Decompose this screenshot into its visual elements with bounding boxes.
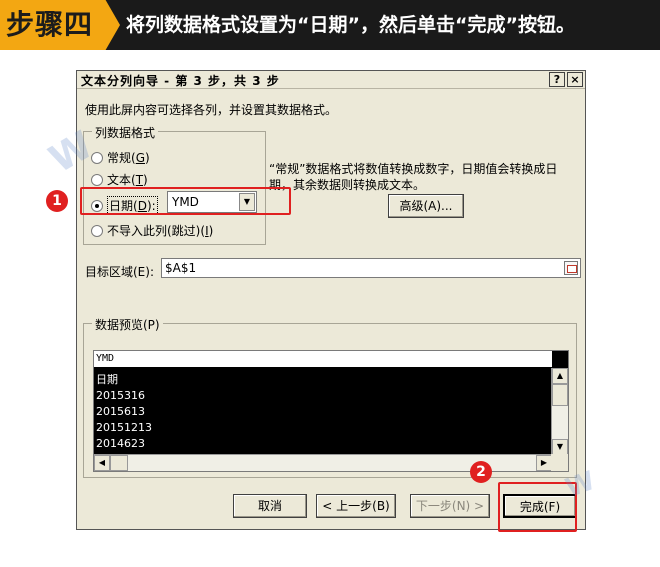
step-label: 步骤四 <box>0 0 120 50</box>
dialog-title: 文本分列向导 - 第 3 步，共 3 步 <box>81 74 280 88</box>
scroll-down-icon[interactable]: ▼ <box>552 439 568 455</box>
close-button[interactable]: × <box>567 72 583 87</box>
vertical-scroll-thumb[interactable] <box>552 384 568 406</box>
radio-text-label: 文本(T) <box>107 173 148 187</box>
radio-skip-circle[interactable] <box>91 224 103 237</box>
radio-text[interactable]: 文本(T) <box>91 171 148 188</box>
highlight-finish-button <box>498 482 577 532</box>
scroll-left-icon[interactable]: ◀ <box>94 455 110 471</box>
preview-vertical-scrollbar[interactable]: ▲ ▼ <box>551 368 568 455</box>
next-button[interactable]: 下一步(N) > <box>410 494 490 518</box>
horizontal-scroll-thumb[interactable] <box>110 455 128 471</box>
instruction-banner: 步骤四 将列数据格式设置为“日期”，然后单击“完成”按钮。 <box>0 0 660 50</box>
preview-row: 2015316 <box>96 389 145 402</box>
advanced-button[interactable]: 高级(A)... <box>388 194 464 218</box>
preview-row: 2014623 <box>96 437 145 450</box>
radio-skip[interactable]: 不导入此列(跳过)(I) <box>91 222 213 239</box>
scroll-corner <box>551 454 568 471</box>
instruction-text: 将列数据格式设置为“日期”，然后单击“完成”按钮。 <box>126 14 575 36</box>
target-area-label: 目标区域(E): <box>85 265 154 279</box>
cancel-button[interactable]: 取消 <box>233 494 307 518</box>
target-area-input[interactable]: $A$1 <box>161 258 581 278</box>
radio-general[interactable]: 常规(G) <box>91 149 150 166</box>
dialog-description: 使用此屏内容可选择各列，并设置其数据格式。 <box>85 103 338 117</box>
preview-row: 20151213 <box>96 421 152 434</box>
preview-row: 日期 <box>96 373 118 386</box>
step-badge-1: 1 <box>46 190 68 212</box>
step-badge-2: 2 <box>470 461 492 483</box>
help-button[interactable]: ? <box>549 72 565 87</box>
column-format-legend: 列数据格式 <box>92 124 159 141</box>
data-preview-legend: 数据预览(P) <box>92 316 163 333</box>
format-note-line2: 期，其余数据则转换成文本。 <box>269 178 426 192</box>
back-button[interactable]: < 上一步(B) <box>316 494 396 518</box>
target-area-value: $A$1 <box>165 261 197 275</box>
highlight-date-option <box>80 187 291 215</box>
text-to-columns-dialog: 文本分列向导 - 第 3 步，共 3 步 ? × 使用此屏内容可选择各列，并设置… <box>76 70 586 530</box>
format-note-line1: “常规”数据格式将数值转换成数字，日期值会转换成日 <box>269 162 558 176</box>
scroll-right-icon[interactable]: ▶ <box>536 455 552 471</box>
radio-text-circle[interactable] <box>91 173 103 186</box>
data-preview-grid[interactable]: YMD 日期 2015316 2015613 20151213 2014623 … <box>93 350 569 472</box>
radio-general-label: 常规(G) <box>107 151 150 165</box>
radio-skip-label: 不导入此列(跳过)(I) <box>107 224 214 238</box>
dialog-titlebar: 文本分列向导 - 第 3 步，共 3 步 ? × <box>77 71 585 89</box>
preview-column-header[interactable]: YMD <box>94 351 552 368</box>
format-note: “常规”数据格式将数值转换成数字，日期值会转换成日 期，其余数据则转换成文本。 <box>269 161 573 193</box>
preview-row: 2015613 <box>96 405 145 418</box>
radio-general-circle[interactable] <box>91 151 103 164</box>
collapse-dialog-icon[interactable] <box>564 261 578 275</box>
scroll-up-icon[interactable]: ▲ <box>552 368 568 384</box>
